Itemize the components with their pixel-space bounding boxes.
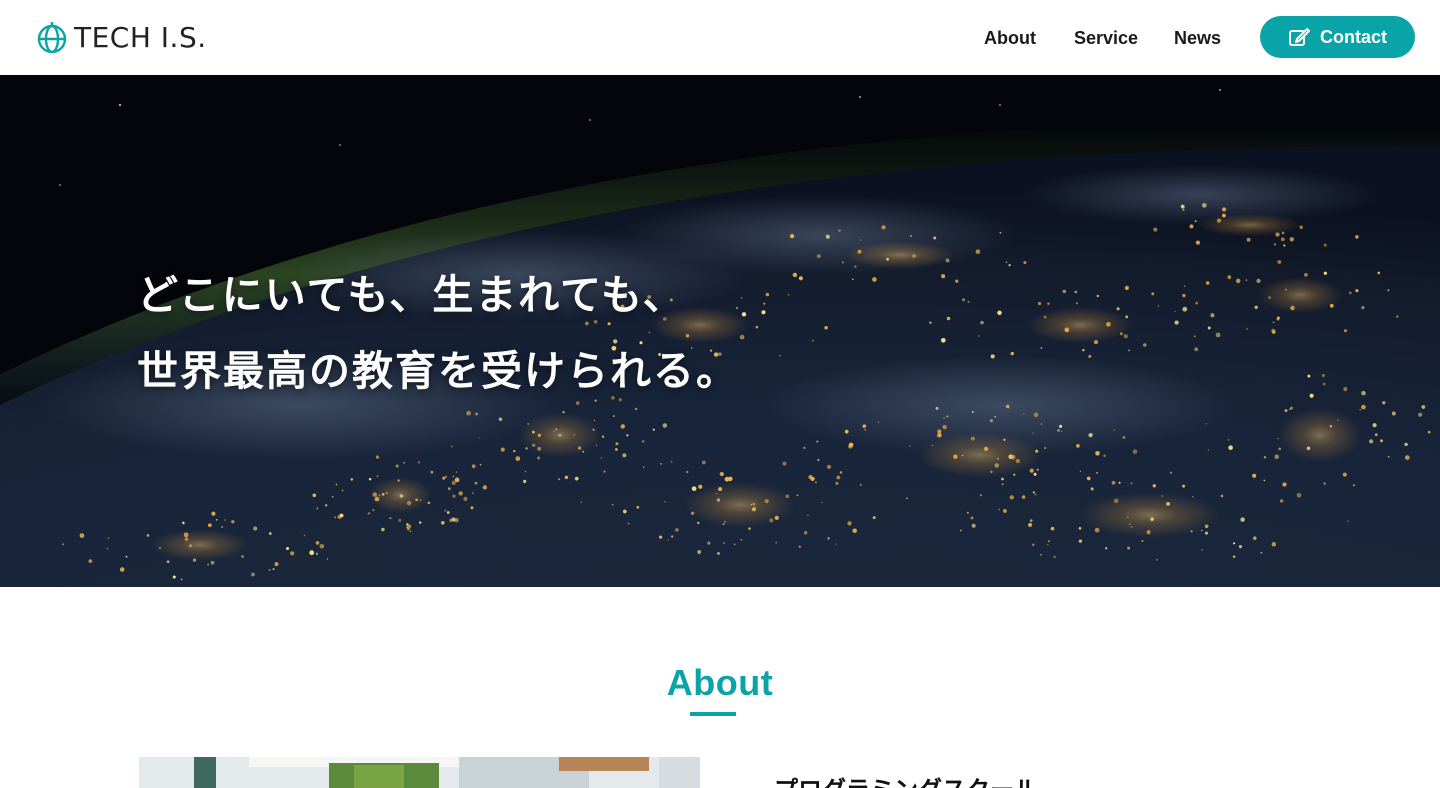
logo[interactable]: TECH I.S. bbox=[36, 20, 207, 56]
nav-link-service[interactable]: Service bbox=[1074, 28, 1138, 49]
nav-link-news[interactable]: News bbox=[1174, 28, 1221, 49]
nav-link-about[interactable]: About bbox=[984, 28, 1036, 49]
hero-headline-line2: 世界最高の教育を受けられる。 bbox=[137, 347, 739, 395]
about-image bbox=[139, 757, 700, 788]
contact-button[interactable]: Contact bbox=[1260, 16, 1415, 58]
hero-headline-line1: どこにいても、生まれても、 bbox=[137, 271, 686, 319]
globe-icon bbox=[37, 22, 67, 54]
about-subtitle: プログラミングスクール bbox=[774, 770, 1038, 788]
contact-button-label: Contact bbox=[1320, 26, 1387, 47]
hero-section: どこにいても、生まれても、 世界最高の教育を受けられる。 bbox=[0, 75, 1440, 587]
site-header: TECH I.S. About Service News Contact bbox=[0, 0, 1440, 75]
edit-icon bbox=[1289, 28, 1310, 46]
about-section-title: About bbox=[666, 662, 774, 703]
logo-text: TECH I.S. bbox=[74, 21, 207, 54]
about-title-underline bbox=[690, 712, 736, 716]
hero-headline: どこにいても、生まれても、 世界最高の教育を受けられる。 bbox=[137, 257, 739, 409]
